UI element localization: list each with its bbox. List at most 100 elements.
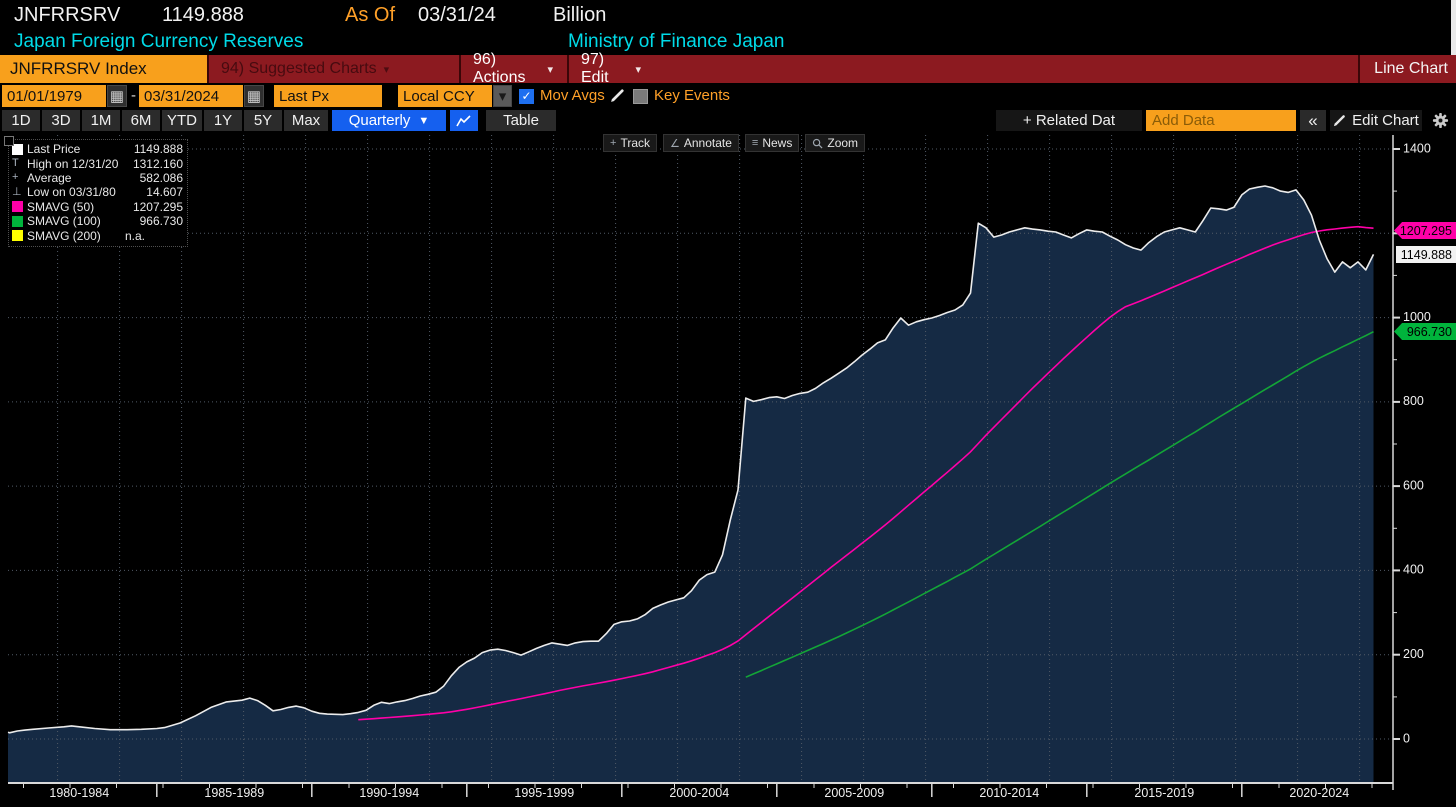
mov-avgs-checkbox[interactable]: ✓: [519, 89, 534, 104]
chevron-down-icon: ▼: [418, 115, 429, 127]
annotate-button[interactable]: ∠ Annotate: [663, 134, 739, 152]
security-tab-label: JNFRRSRV Index: [10, 59, 147, 79]
tab-1m[interactable]: 1M: [82, 110, 120, 131]
svg-text:2020-2024: 2020-2024: [1289, 786, 1349, 800]
svg-text:1000: 1000: [1403, 310, 1431, 324]
crosshair-icon: +: [610, 137, 616, 149]
key-events-checkbox[interactable]: [633, 89, 648, 104]
price-field-select[interactable]: Last Px: [274, 85, 382, 107]
edit-chart-button[interactable]: Edit Chart: [1330, 110, 1422, 131]
tab-1d[interactable]: 1D: [2, 110, 40, 131]
svg-text:1990-1994: 1990-1994: [359, 786, 419, 800]
legend-row[interactable]: SMAVG (50)1207.295: [12, 200, 183, 214]
date-range-dash: -: [131, 87, 136, 104]
menu-actions[interactable]: 96) Actions ▾: [459, 55, 565, 83]
legend-value: 14.607: [125, 185, 183, 199]
svg-text:2005-2009: 2005-2009: [824, 786, 884, 800]
zoom-label: Zoom: [827, 136, 858, 150]
legend-value: 1149.888: [125, 142, 183, 156]
track-button[interactable]: + Track: [603, 134, 657, 152]
header-last-price: 1149.888: [162, 4, 244, 27]
tab-ytd[interactable]: YTD: [162, 110, 202, 131]
svg-text:400: 400: [1403, 563, 1424, 577]
menu-bar: JNFRRSRV Index 94) Suggested Charts ▾ 96…: [0, 55, 1456, 83]
legend-label: Low on 03/31/80: [27, 185, 125, 199]
legend-value: 582.086: [125, 171, 183, 185]
chart-toolbar: + Track ∠ Annotate ≡ News Zoom: [603, 134, 865, 152]
svg-text:1980-1984: 1980-1984: [49, 786, 109, 800]
legend-row[interactable]: ⊥Low on 03/31/8014.607: [12, 185, 183, 199]
tab-label: 1M: [91, 112, 112, 129]
legend-value: 1312.160: [125, 157, 183, 171]
frequency-select[interactable]: Quarterly ▼: [332, 110, 446, 131]
related-data-button[interactable]: + Related Dat: [996, 110, 1142, 131]
chart-settings-button[interactable]: [1428, 110, 1452, 131]
table-button-label: Table: [503, 112, 539, 129]
menu-actions-label: 96) Actions: [473, 51, 540, 87]
chart-type-button[interactable]: [450, 110, 478, 131]
tab-label: 6M: [131, 112, 152, 129]
price-badge: 966.730: [1394, 323, 1456, 340]
key-events-label: Key Events: [654, 87, 730, 104]
tab-6m[interactable]: 6M: [122, 110, 160, 131]
security-header-row: JNFRRSRV 1149.888 As Of 03/31/24 Billion: [0, 0, 1456, 30]
tab-5y[interactable]: 5Y: [244, 110, 282, 131]
legend-label: Last Price: [27, 142, 125, 156]
edit-chart-label: Edit Chart: [1352, 112, 1419, 129]
end-date-input[interactable]: 03/31/2024: [139, 85, 243, 107]
tab-1y[interactable]: 1Y: [204, 110, 242, 131]
frequency-value: Quarterly: [349, 112, 411, 129]
legend-row[interactable]: SMAVG (100)966.730: [12, 214, 183, 228]
security-name: Japan Foreign Currency Reserves: [14, 31, 303, 53]
currency-dropdown-button[interactable]: ▾: [493, 85, 512, 107]
calendar-icon[interactable]: ▦: [107, 85, 127, 107]
svg-text:2015-2019: 2015-2019: [1134, 786, 1194, 800]
tab-label: 1D: [11, 112, 30, 129]
currency-value: Local CCY: [403, 88, 475, 105]
legend-collapse-icon[interactable]: [4, 136, 14, 146]
legend-label: SMAVG (50): [27, 200, 125, 214]
tab-label: YTD: [167, 112, 197, 129]
svg-text:1400: 1400: [1403, 141, 1431, 155]
related-data-label: + Related Dat: [1023, 112, 1115, 129]
svg-text:1995-1999: 1995-1999: [514, 786, 574, 800]
period-bar: 1D 3D 1M 6M YTD 1Y 5Y Max Quarterly ▼ Ta…: [0, 110, 1456, 133]
marker-icon: T: [12, 158, 27, 169]
news-button[interactable]: ≡ News: [745, 134, 799, 152]
annotate-label: Annotate: [684, 136, 732, 150]
chevron-down-icon: ▾: [635, 63, 641, 76]
tab-label: 1Y: [214, 112, 232, 129]
legend-row[interactable]: +Average582.086: [12, 171, 183, 185]
svg-text:1985-1989: 1985-1989: [204, 786, 264, 800]
svg-text:2010-2014: 2010-2014: [979, 786, 1039, 800]
tab-max[interactable]: Max: [284, 110, 328, 131]
menu-edit[interactable]: 97) Edit ▾: [567, 55, 653, 83]
collapse-panel-button[interactable]: «: [1300, 110, 1326, 131]
as-of-label: As Of: [345, 4, 395, 27]
table-button[interactable]: Table: [486, 110, 556, 131]
legend-row[interactable]: THigh on 12/31/201312.160: [12, 156, 183, 170]
view-mode-label: Line Chart: [1358, 55, 1448, 83]
legend-row[interactable]: SMAVG (200)n.a.: [12, 228, 183, 242]
tab-label: 5Y: [254, 112, 272, 129]
chart-legend[interactable]: Last Price1149.888THigh on 12/31/201312.…: [8, 139, 188, 247]
svg-text:600: 600: [1403, 478, 1424, 492]
line-chart-icon: [456, 114, 472, 128]
calendar-glyph: ▦: [247, 87, 261, 105]
price-badge: 1149.888: [1396, 246, 1456, 263]
annotate-icon: ∠: [670, 137, 680, 150]
calendar-icon[interactable]: ▦: [244, 85, 264, 107]
tab-3d[interactable]: 3D: [42, 110, 80, 131]
zoom-button[interactable]: Zoom: [805, 134, 865, 152]
add-data-input[interactable]: [1146, 110, 1296, 131]
chevron-down-icon: ▾: [547, 63, 553, 76]
menu-suggested-charts[interactable]: 94) Suggested Charts ▾: [207, 55, 457, 83]
legend-row[interactable]: Last Price1149.888: [12, 142, 183, 156]
pencil-icon[interactable]: [610, 88, 625, 107]
data-source: Ministry of Finance Japan: [568, 31, 785, 53]
currency-select[interactable]: Local CCY: [398, 85, 492, 107]
start-date-input[interactable]: 01/01/1979: [2, 85, 106, 107]
mov-avgs-label: Mov Avgs: [540, 87, 605, 104]
end-date-value: 03/31/2024: [144, 88, 219, 105]
security-tab[interactable]: JNFRRSRV Index: [0, 55, 207, 83]
